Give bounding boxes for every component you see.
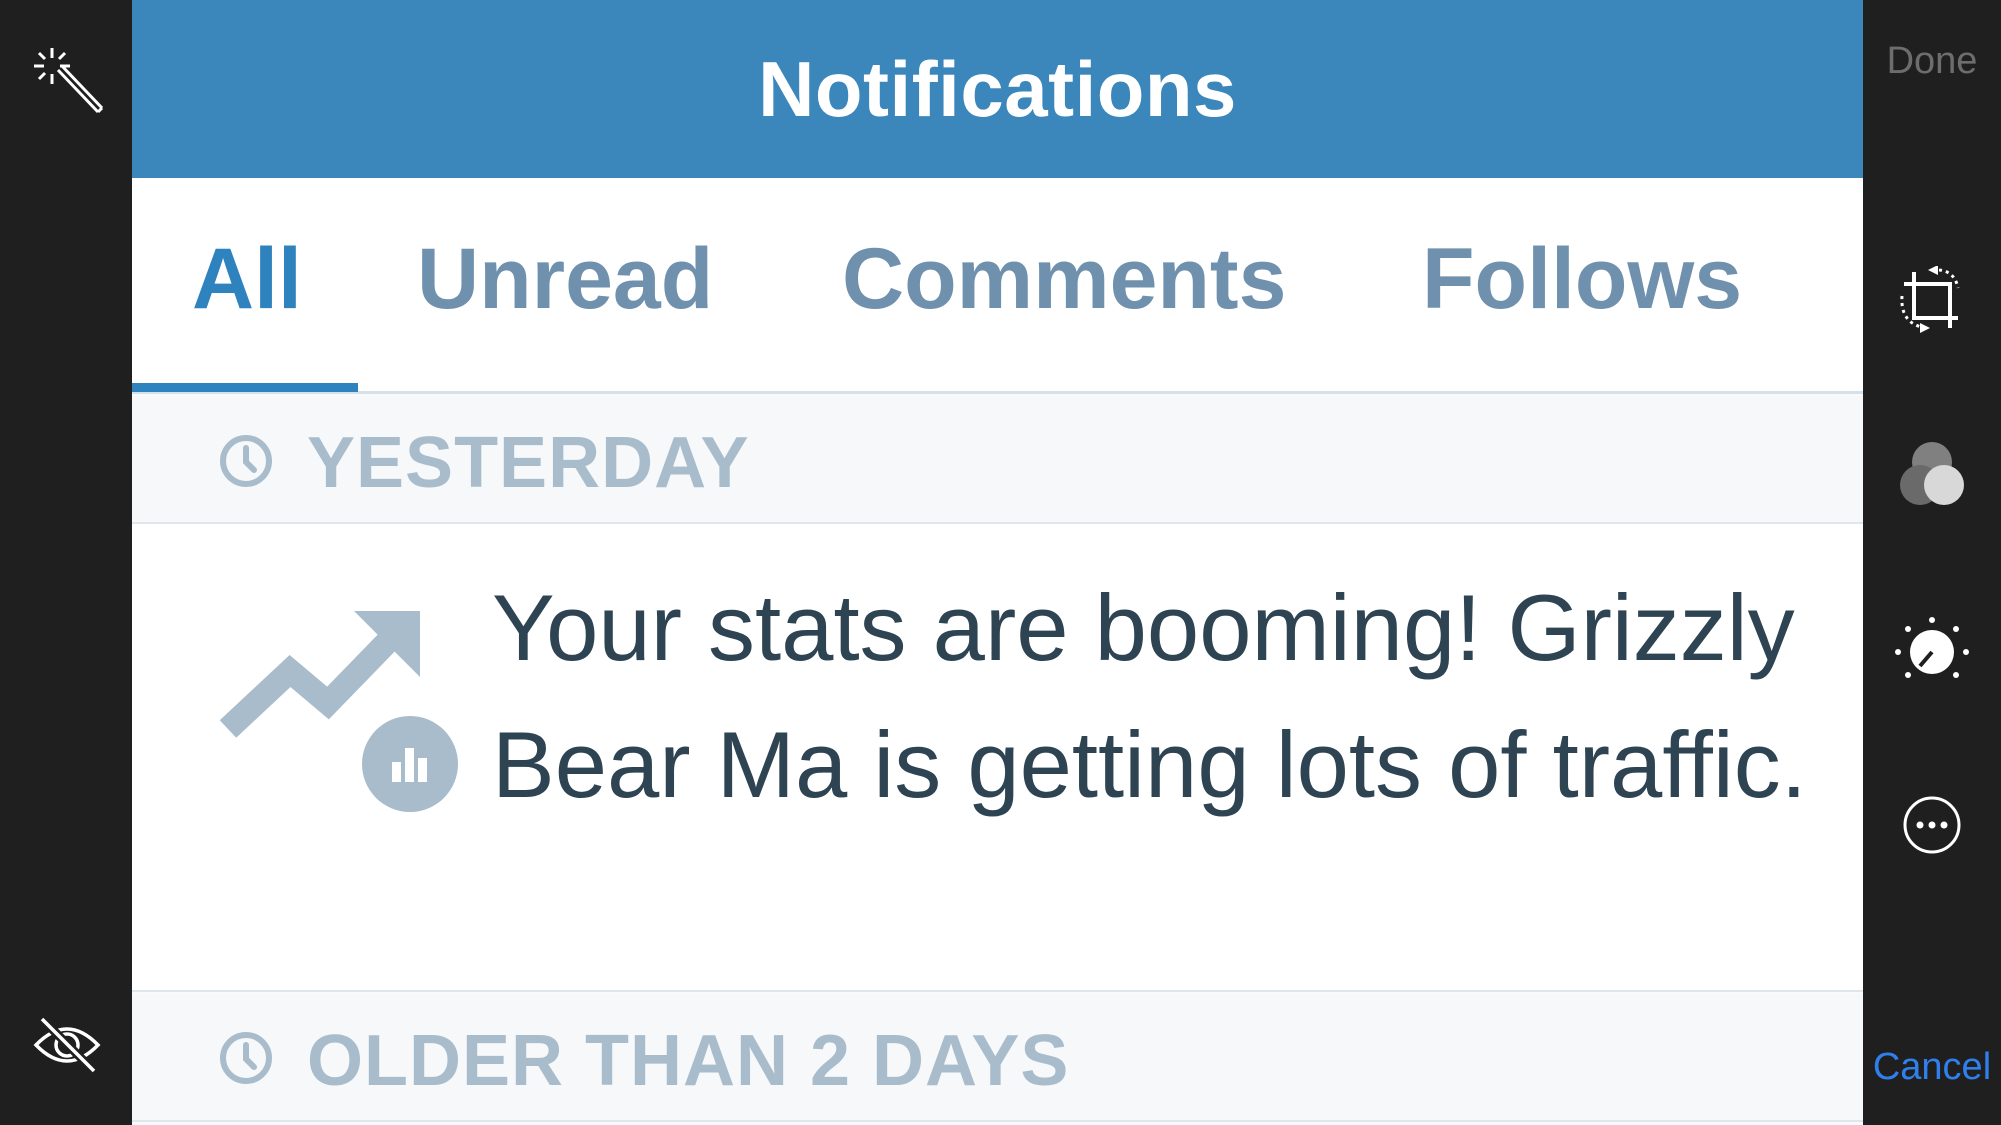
crop-rotate-icon[interactable] xyxy=(1892,266,1972,336)
left-toolbar xyxy=(0,0,132,1125)
cancel-button[interactable]: Cancel xyxy=(1863,1042,2001,1092)
section-label: OLDER THAN 2 DAYS xyxy=(307,1021,1070,1101)
active-tab-indicator xyxy=(132,383,358,392)
clock-icon xyxy=(220,1032,272,1084)
stats-badge xyxy=(362,716,458,812)
photo-preview: Notifications All Unread Comments Follow… xyxy=(132,0,1863,1125)
stats-icon xyxy=(392,748,427,782)
page-title: Notifications xyxy=(758,44,1237,133)
tab-follows[interactable]: Follows xyxy=(1422,230,1742,329)
section-header-older: OLDER THAN 2 DAYS xyxy=(132,994,1863,1122)
more-icon[interactable] xyxy=(1902,795,1962,855)
eye-slash-icon[interactable] xyxy=(32,1015,102,1075)
tab-all[interactable]: All xyxy=(192,230,302,329)
adjust-dial-icon[interactable] xyxy=(1892,616,1972,688)
tab-unread[interactable]: Unread xyxy=(417,230,713,329)
right-toolbar: Done Cancel xyxy=(1863,0,2001,1125)
clock-icon xyxy=(220,435,272,487)
tab-bar: All Unread Comments Follows xyxy=(132,178,1863,394)
notification-item[interactable]: Your stats are booming! Grizzly Bear Ma … xyxy=(132,524,1863,992)
tab-comments[interactable]: Comments xyxy=(842,230,1286,329)
section-label: YESTERDAY xyxy=(307,423,750,503)
done-button[interactable]: Done xyxy=(1863,36,2001,86)
section-header-yesterday: YESTERDAY xyxy=(132,396,1863,524)
notification-text: Your stats are booming! Grizzly Bear Ma … xyxy=(492,575,1807,817)
magic-wand-icon[interactable] xyxy=(26,40,106,120)
filters-icon[interactable] xyxy=(1892,440,1972,512)
notifications-header: Notifications xyxy=(132,0,1863,178)
